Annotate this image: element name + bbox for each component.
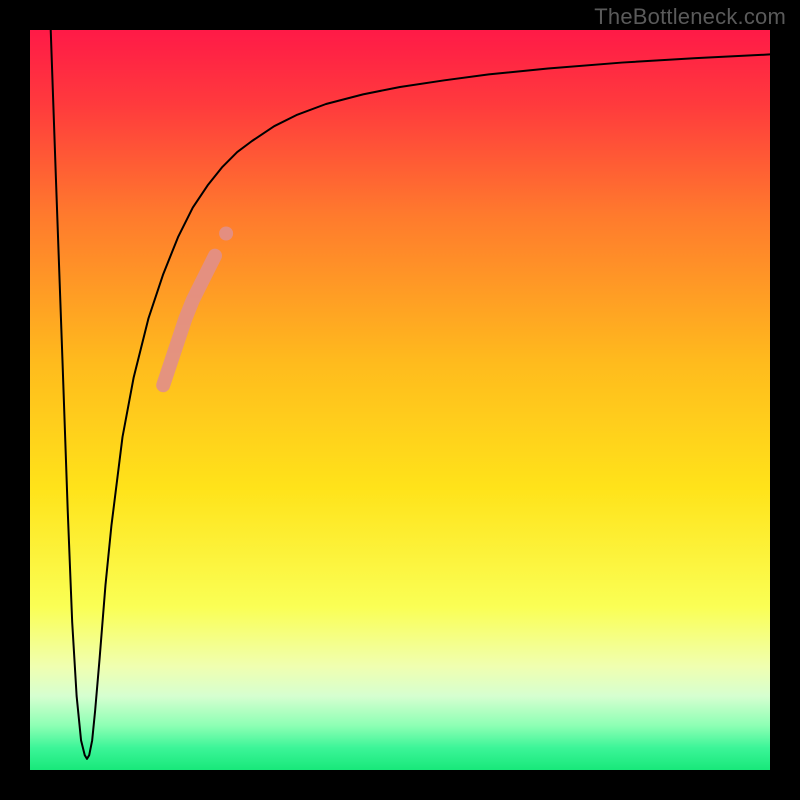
chart-frame: TheBottleneck.com xyxy=(0,0,800,800)
bottleneck-chart xyxy=(0,0,800,800)
highlight-dot xyxy=(219,227,233,241)
watermark-text: TheBottleneck.com xyxy=(594,4,786,30)
plot-background xyxy=(30,30,770,770)
